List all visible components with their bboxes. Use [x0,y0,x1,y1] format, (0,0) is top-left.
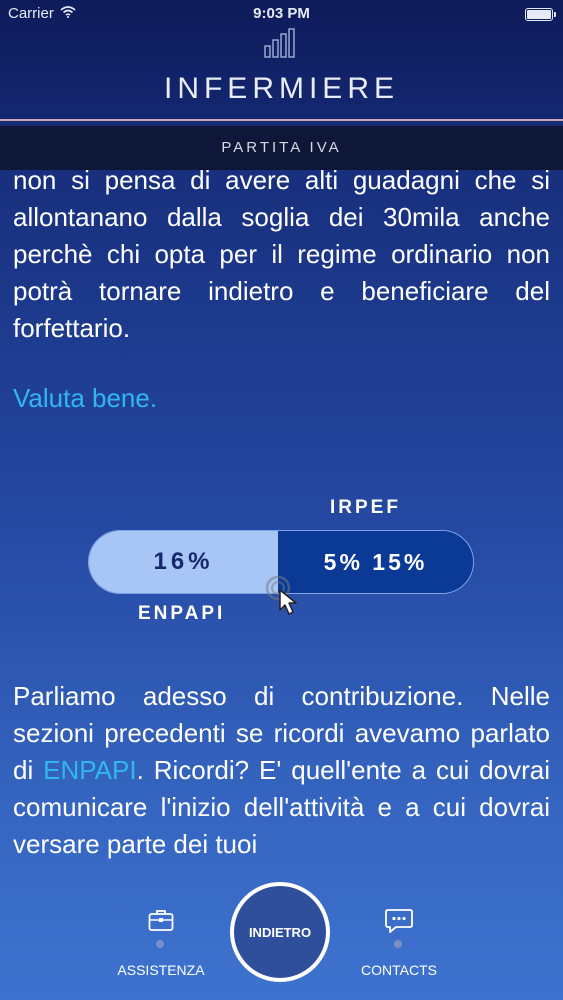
bottom-navigation: ASSISTENZA INDIETRO CONTACTS [0,870,563,1000]
paragraph-top: non si pensa di avere alti guadagni che … [13,165,550,343]
page-title: INFERMIERE [163,72,399,105]
chat-bubble-icon [334,908,464,934]
enpapi-segment[interactable]: 16% [89,531,278,593]
irpef-segment[interactable]: 5% 15% [278,531,473,593]
nav-indicator-dot [394,940,402,948]
nav-label-assistenza: ASSISTENZA [117,962,205,978]
nav-indicator-dot [156,940,164,948]
nav-label-contacts: CONTACTS [361,962,437,978]
section-subtitle: PARTITA IVA [0,126,563,170]
highlight-text: Valuta bene. [13,383,158,413]
battery-icon [525,8,556,21]
irpef-label: IRPEF [330,497,401,518]
back-button[interactable]: INDIETRO [230,882,330,982]
paragraph-bottom: Parliamo adesso di contribuzione. Nelle … [13,678,550,863]
bar-chart-icon [264,28,300,63]
header-divider [0,119,563,121]
status-bar: Carrier 9:03 PM [0,0,563,30]
pointer-cursor-icon [264,574,304,621]
enpapi-link[interactable]: ENPAPI [43,755,136,785]
status-time: 9:03 PM [253,5,310,22]
briefcase-icon [96,908,226,934]
nav-contacts[interactable]: CONTACTS [334,908,464,978]
nav-assistenza[interactable]: ASSISTENZA [96,908,226,978]
enpapi-label: ENPAPI [138,603,226,624]
